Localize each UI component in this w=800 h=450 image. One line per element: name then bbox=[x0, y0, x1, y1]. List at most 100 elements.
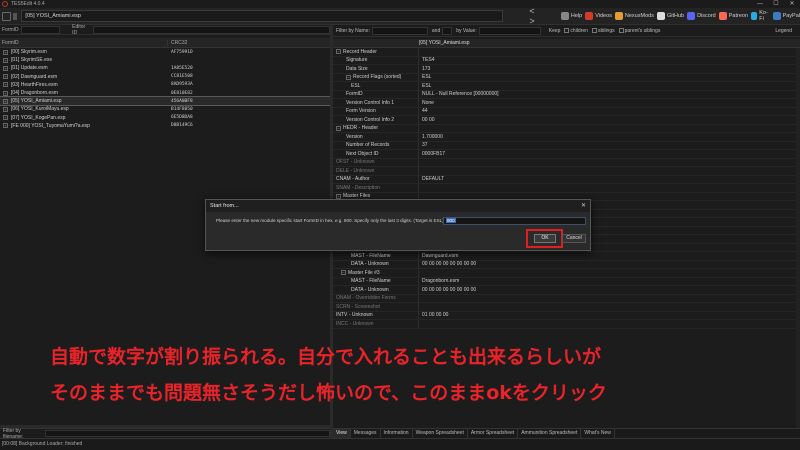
by-value-label: by Value: bbox=[456, 27, 477, 34]
siblings-checkbox[interactable] bbox=[591, 28, 597, 33]
tab-armor-spreadsheet[interactable]: Armor Spreadsheet bbox=[468, 429, 519, 438]
children-checkbox[interactable] bbox=[564, 28, 570, 33]
plugin-row[interactable]: + [03] HearthFires.esm 8AD9593A bbox=[0, 81, 330, 89]
plugin-name: [06] YOSI_KuroiMayu.esp bbox=[11, 106, 69, 113]
expand-icon[interactable]: + bbox=[3, 82, 8, 88]
record-field-value: None bbox=[422, 99, 434, 106]
link-label: NexusMods bbox=[624, 13, 654, 19]
plugin-row[interactable]: + [05] YOSI_Amiami.esp 456A0BF8 bbox=[0, 96, 331, 107]
cancel-button[interactable]: Cancel bbox=[562, 234, 586, 243]
collapse-icon[interactable]: − bbox=[336, 193, 341, 199]
link-ko-fi[interactable]: Ko-Fi bbox=[751, 10, 770, 22]
collapse-icon[interactable]: − bbox=[346, 74, 351, 80]
record-row[interactable]: DATA - Unknown 00 00 00 00 00 00 00 00 bbox=[333, 286, 800, 295]
record-row[interactable]: − HEDR - Header bbox=[333, 124, 800, 133]
record-row[interactable]: Version Control Info 1 None bbox=[333, 99, 800, 108]
plugin-row[interactable]: + [01] Update.esm 1A85E520 bbox=[0, 64, 330, 72]
record-row[interactable]: ONAM - Overridden Forms bbox=[333, 294, 800, 303]
minimize-button[interactable]: — bbox=[752, 0, 768, 8]
start-formid-input[interactable]: 800 bbox=[443, 217, 586, 225]
collapse-icon[interactable]: − bbox=[336, 125, 341, 131]
plugin-row[interactable]: + [06] YOSI_KuroiMayu.esp B14F8850 bbox=[0, 105, 330, 113]
link-videos[interactable]: Videos bbox=[585, 10, 612, 22]
plugin-row[interactable]: + [07] YOSI_KogePan.esp 6E5D8DA8 bbox=[0, 114, 330, 122]
expand-icon[interactable]: + bbox=[3, 65, 8, 71]
record-row[interactable]: OFST - Unknown bbox=[333, 158, 800, 167]
record-row[interactable]: MAST - FileName Dragonborn.esm bbox=[333, 277, 800, 286]
expand-icon[interactable]: + bbox=[3, 74, 8, 80]
record-row[interactable]: INCC - Unknown bbox=[333, 320, 800, 329]
record-row[interactable]: Data Size 173 bbox=[333, 65, 800, 74]
expand-icon[interactable]: + bbox=[3, 115, 8, 121]
col-formid[interactable]: FormID bbox=[0, 39, 168, 46]
menu-icon[interactable] bbox=[2, 11, 11, 21]
ok-button[interactable]: OK bbox=[534, 234, 556, 243]
col-crc32[interactable]: CRC32 bbox=[168, 40, 187, 46]
record-field-value: 173 bbox=[422, 65, 431, 72]
expand-icon[interactable]: + bbox=[3, 57, 8, 63]
plugin-row[interactable]: + [02] Dawnguard.esm CC81E508 bbox=[0, 73, 330, 81]
link-paypal[interactable]: PayPal bbox=[772, 10, 800, 22]
link-discord[interactable]: Discord bbox=[687, 10, 716, 22]
filter-by-name-input[interactable] bbox=[371, 26, 428, 35]
record-row[interactable]: Version Control Info 2 00 00 bbox=[333, 116, 800, 125]
tab-weapon-spreadsheet[interactable]: Weapon Spreadsheet bbox=[413, 429, 468, 438]
record-row[interactable]: DATA - Unknown 00 00 00 00 00 00 00 00 bbox=[333, 260, 800, 269]
legend-button[interactable]: Legend bbox=[775, 28, 792, 34]
record-row[interactable]: Number of Records 37 bbox=[333, 141, 800, 150]
filter-by-filename-input[interactable] bbox=[44, 430, 330, 437]
tab-ammunition-spreadsheet[interactable]: Ammunition Spreadsheet bbox=[518, 429, 582, 438]
close-button[interactable]: ✕ bbox=[784, 0, 800, 8]
record-row[interactable]: SNAM - Description bbox=[333, 184, 800, 193]
record-field-name: Master File #3 bbox=[348, 269, 380, 276]
tab-messages[interactable]: Messages bbox=[351, 429, 381, 438]
record-row[interactable]: Form Version 44 bbox=[333, 107, 800, 116]
record-row[interactable]: CNAM - Author DEFAULT bbox=[333, 175, 800, 184]
link-label: GitHub bbox=[666, 13, 685, 19]
collapse-icon[interactable]: − bbox=[341, 270, 346, 276]
link-nexusmods[interactable]: NexusMods bbox=[614, 10, 654, 22]
expand-icon[interactable]: + bbox=[3, 123, 8, 129]
expand-icon[interactable]: + bbox=[3, 106, 8, 112]
tab-what-s-new[interactable]: What's New bbox=[581, 429, 615, 438]
record-row[interactable]: Signature TES4 bbox=[333, 56, 800, 65]
plugin-row[interactable]: + [01] SkyrimSE.exe bbox=[0, 56, 330, 64]
filter-by-value-input[interactable] bbox=[478, 26, 541, 35]
expand-icon[interactable]: + bbox=[3, 49, 8, 55]
navigation-path-field[interactable]: [05] YOSI_Amiami.esp bbox=[21, 10, 504, 22]
record-row[interactable]: Version 1.700000 bbox=[333, 133, 800, 142]
expand-icon[interactable]: + bbox=[3, 98, 8, 104]
formid-input[interactable] bbox=[20, 25, 61, 34]
record-row[interactable]: ESL ESL bbox=[333, 82, 800, 91]
link-github[interactable]: GitHub bbox=[656, 10, 685, 22]
parents-siblings-checkbox[interactable] bbox=[618, 28, 624, 33]
record-row[interactable]: SCRN - Screenshot bbox=[333, 303, 800, 312]
record-row[interactable]: − Record Header bbox=[333, 48, 800, 57]
back-forward-buttons[interactable]: < > bbox=[529, 6, 559, 26]
tab-information[interactable]: Information bbox=[381, 429, 413, 438]
collapse-icon[interactable]: − bbox=[336, 49, 341, 55]
record-row[interactable]: FormID NULL - Null Reference [00000000] bbox=[333, 90, 800, 99]
dropdown-icon[interactable] bbox=[12, 12, 18, 20]
and-dropdown[interactable] bbox=[442, 26, 453, 35]
maximize-button[interactable]: ☐ bbox=[768, 0, 784, 8]
expand-icon[interactable]: + bbox=[3, 90, 8, 96]
plugin-row[interactable]: + [00] Skyrim.esm AF75991D bbox=[0, 48, 330, 56]
plugin-row[interactable]: + [FE 000] YOSI_TuyomaYumi?a.esp D8B149C6 bbox=[0, 122, 330, 130]
record-field-name: Data Size bbox=[346, 65, 368, 72]
record-row[interactable]: Next Object ID 0000FB17 bbox=[333, 150, 800, 159]
link-help[interactable]: Help bbox=[560, 10, 582, 22]
right-vertical-scrollbar[interactable] bbox=[796, 48, 800, 428]
record-row[interactable]: INTV - Unknown 01 00 00 00 bbox=[333, 311, 800, 320]
plugin-crc: 6E5D8DA8 bbox=[171, 115, 193, 121]
record-row[interactable]: DELE - Unknown bbox=[333, 167, 800, 176]
record-field-value: DEFAULT bbox=[422, 176, 445, 183]
dialog-close-icon[interactable]: ✕ bbox=[581, 202, 586, 209]
editorid-input[interactable] bbox=[93, 25, 330, 34]
record-row[interactable]: − Record Flags (sorted) ESL bbox=[333, 73, 800, 82]
plugin-row[interactable]: + [04] Dragonborn.esm 0E810E82 bbox=[0, 89, 330, 97]
tab-view[interactable]: View bbox=[333, 429, 351, 438]
record-row[interactable]: − Master File #3 bbox=[333, 269, 800, 278]
link-patreon[interactable]: Patreon bbox=[718, 10, 748, 22]
record-row[interactable]: MAST - FileName Dawnguard.esm bbox=[333, 252, 800, 261]
